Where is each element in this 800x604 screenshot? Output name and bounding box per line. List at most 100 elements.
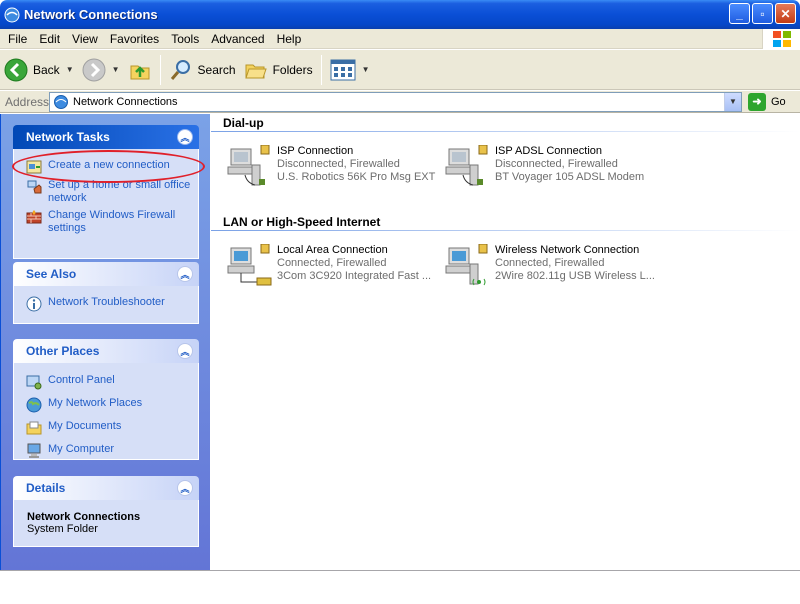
up-folder-button[interactable] (124, 53, 156, 87)
task-label: Change Windows Firewall settings (48, 209, 176, 234)
address-label: Address (5, 94, 50, 109)
collapse-icon[interactable]: ︽ (177, 266, 193, 282)
network-tasks-panel: Network Tasks ︽ Create a new connection … (13, 125, 199, 259)
address-value: Network Connections (73, 95, 178, 108)
other-places-title: Other Places (26, 344, 100, 358)
views-button[interactable]: ▼ (326, 53, 374, 87)
menu-bar: File Edit View Favorites Tools Advanced … (0, 29, 800, 49)
firewall-icon (26, 210, 42, 224)
place-label: My Documents (48, 420, 122, 432)
connection-device: 3Com 3C920 Integrated Fast ... (277, 270, 432, 282)
folders-label: Folders (272, 62, 313, 77)
connection-status: Connected, Firewalled (495, 257, 605, 269)
network-connections-small-icon (54, 94, 68, 109)
network-connections-icon (4, 7, 20, 22)
status-area (0, 570, 800, 604)
group-title-lan: LAN or High-Speed Internet (223, 215, 381, 229)
place-control-panel[interactable]: Control Panel (14, 371, 198, 395)
connection-status: Disconnected, Firewalled (277, 158, 400, 170)
connection-status: Connected, Firewalled (277, 257, 387, 269)
collapse-icon[interactable]: ︽ (177, 129, 193, 145)
connection-item[interactable]: Wireless Network Connection Connected, F… (443, 244, 661, 288)
menu-tools[interactable]: Tools (165, 32, 205, 46)
back-dropdown-icon[interactable]: ▼ (66, 65, 74, 74)
network-tasks-header[interactable]: Network Tasks ︽ (13, 125, 199, 149)
connection-device: U.S. Robotics 56K Pro Msg EXT (277, 171, 436, 183)
folders-icon (244, 64, 267, 78)
menu-edit[interactable]: Edit (33, 32, 66, 46)
forward-button[interactable]: ▼ (78, 53, 124, 87)
documents-icon (26, 421, 42, 435)
info-icon (26, 296, 42, 312)
back-label: Back (33, 62, 60, 77)
search-button[interactable]: Search (165, 53, 240, 87)
place-label: My Computer (48, 443, 115, 455)
up-folder-icon (130, 65, 150, 79)
details-panel: Details ︽ Network Connections System Fol… (13, 476, 199, 547)
back-button[interactable]: Back ▼ (0, 53, 78, 87)
maximize-button[interactable]: ▫ (752, 3, 773, 24)
control-panel-icon (26, 375, 42, 390)
dialup-connection-icon (445, 145, 488, 186)
details-title: Details (26, 481, 66, 495)
menu-advanced[interactable]: Advanced (205, 32, 270, 46)
home-network-icon (27, 180, 42, 194)
collapse-icon[interactable]: ︽ (177, 343, 193, 359)
address-input[interactable]: Network Connections ▼ (49, 91, 742, 112)
see-also-panel: See Also ︽ Network Troubleshooter (13, 262, 199, 324)
highlight-annotation (12, 150, 205, 183)
go-label: Go (771, 95, 786, 108)
search-label: Search (197, 62, 236, 77)
connection-name: Local Area Connection (277, 244, 388, 256)
other-places-header[interactable]: Other Places ︽ (13, 339, 199, 363)
views-icon (330, 59, 356, 80)
network-tasks-title: Network Tasks (26, 130, 110, 144)
window-title: Network Connections (24, 7, 158, 22)
collapse-icon[interactable]: ︽ (177, 480, 193, 496)
close-button[interactable]: ✕ (775, 3, 796, 24)
folders-button[interactable]: Folders (240, 53, 317, 87)
forward-dropdown-icon[interactable]: ▼ (112, 65, 120, 74)
back-arrow-icon (4, 58, 28, 81)
connection-name: Wireless Network Connection (495, 244, 640, 256)
details-name: Network Connections (27, 511, 141, 523)
views-dropdown-icon[interactable]: ▼ (362, 65, 370, 74)
task-label: Set up a home or small office network (48, 179, 191, 204)
go-button[interactable]: ➜ Go (748, 92, 786, 111)
place-label: Control Panel (48, 374, 115, 386)
menu-help[interactable]: Help (271, 32, 308, 46)
place-my-network-places[interactable]: My Network Places (14, 395, 198, 418)
task-firewall-settings[interactable]: Change Windows Firewall settings (14, 207, 198, 237)
see-also-header[interactable]: See Also ︽ (13, 262, 199, 286)
place-label: My Network Places (48, 397, 143, 409)
connection-device: BT Voyager 105 ADSL Modem (495, 171, 645, 183)
connection-item[interactable]: Local Area Connection Connected, Firewal… (225, 244, 443, 288)
menu-favorites[interactable]: Favorites (104, 32, 165, 46)
menu-file[interactable]: File (2, 32, 33, 46)
details-header[interactable]: Details ︽ (13, 476, 199, 500)
connection-item[interactable]: ISP Connection Disconnected, Firewalled … (225, 145, 443, 189)
minimize-button[interactable]: _ (729, 3, 750, 24)
task-label: Network Troubleshooter (48, 296, 165, 308)
other-places-panel: Other Places ︽ Control Panel My Network … (13, 339, 199, 460)
connections-view: Dial-up ISP Connection Disconnected, Fir… (211, 114, 800, 570)
connection-name: ISP ADSL Connection (495, 145, 603, 157)
address-bar: Address Network Connections ▼ ➜ Go (0, 91, 800, 113)
task-network-troubleshooter[interactable]: Network Troubleshooter (14, 294, 198, 314)
address-dropdown-icon[interactable]: ▼ (724, 92, 741, 111)
group-title-dialup: Dial-up (223, 116, 264, 130)
windows-logo-icon (762, 29, 800, 49)
toolbar: Back ▼ ▼ Search Folders ▼ (0, 50, 800, 90)
computer-icon (27, 443, 41, 458)
place-my-documents[interactable]: My Documents (14, 418, 198, 441)
wireless-connection-icon (445, 244, 488, 286)
lan-connection-icon (227, 244, 272, 286)
menu-view[interactable]: View (66, 32, 104, 46)
connection-item[interactable]: ISP ADSL Connection Disconnected, Firewa… (443, 145, 661, 189)
network-places-icon (26, 397, 42, 413)
title-bar: Network Connections _ ▫ ✕ (0, 0, 800, 29)
see-also-title: See Also (26, 267, 77, 281)
connection-status: Disconnected, Firewalled (495, 158, 618, 170)
place-my-computer[interactable]: My Computer (14, 441, 198, 461)
connection-name: ISP Connection (277, 145, 354, 157)
